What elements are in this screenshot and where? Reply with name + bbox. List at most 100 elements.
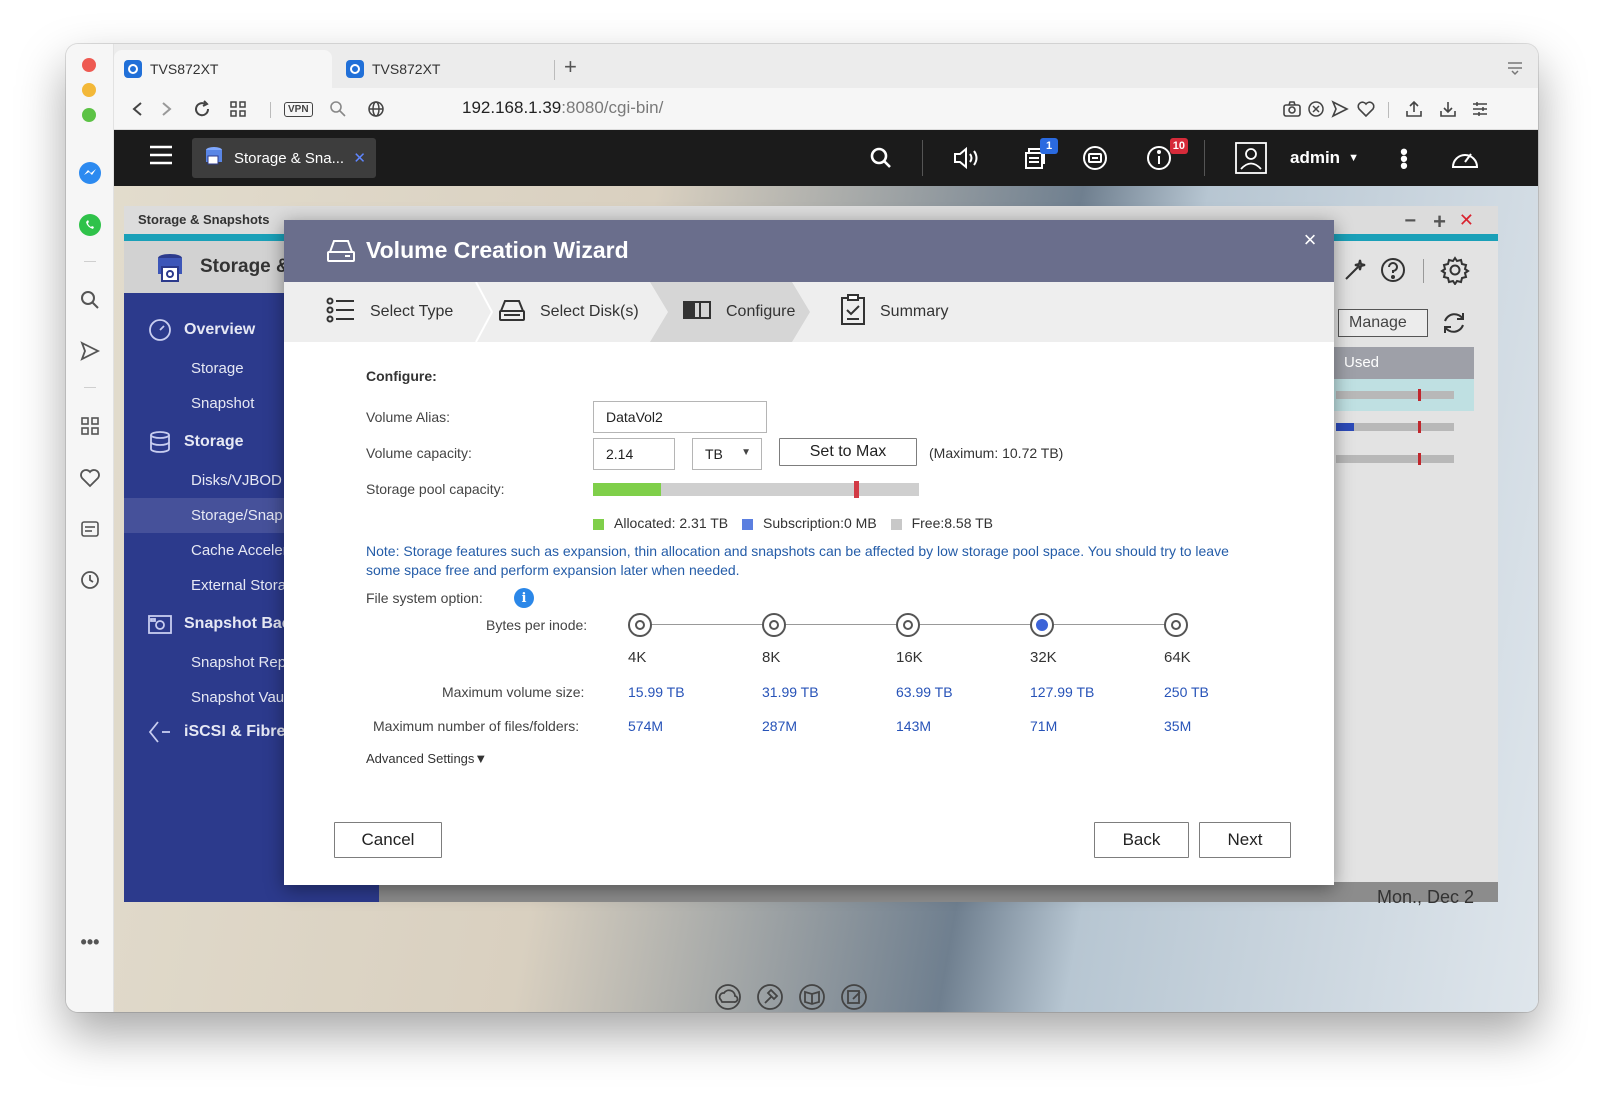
maximize-app-icon[interactable]: + <box>1433 209 1446 235</box>
magic-wand-icon[interactable] <box>1342 257 1368 288</box>
help-icon[interactable] <box>1380 257 1406 288</box>
settings-gear-icon[interactable] <box>1440 255 1470 290</box>
close-window-button[interactable] <box>82 58 96 72</box>
inode-radio-32k[interactable] <box>1030 613 1054 637</box>
wizard-title: Volume Creation Wizard <box>366 237 629 263</box>
sidebar-item-label: Snapshot Rep <box>191 654 287 671</box>
more-options-icon[interactable]: • • • <box>1398 140 1410 176</box>
tab-menu-icon[interactable] <box>1506 58 1524 81</box>
block-icon[interactable] <box>1304 97 1328 121</box>
new-tab-button[interactable]: + <box>564 54 577 80</box>
manage-button[interactable]: Manage <box>1338 309 1428 337</box>
feedback-edit-icon[interactable] <box>838 981 870 1012</box>
allocated-segment <box>593 483 662 496</box>
heart-icon[interactable] <box>76 464 104 492</box>
camera-icon[interactable] <box>1280 97 1304 121</box>
usage-bar <box>1336 389 1454 401</box>
advanced-settings-toggle[interactable]: Advanced Settings▼ <box>366 751 487 766</box>
set-to-max-button[interactable]: Set to Max <box>779 438 917 466</box>
myqnapcloud-icon[interactable] <box>712 981 744 1012</box>
unit-value: TB <box>705 446 723 462</box>
zoom-key-icon[interactable] <box>326 97 350 121</box>
user-avatar-icon[interactable] <box>1234 142 1268 174</box>
vpn-button[interactable]: VPN <box>284 102 313 117</box>
url-field[interactable]: 192.168.1.39:8080/cgi-bin/ <box>462 98 663 118</box>
volume-speaker-icon[interactable] <box>950 142 986 174</box>
browser-window: ••• TVS872XT TVS872XT + VPN 192.168.1.39… <box>66 44 1538 1012</box>
more-dots-icon[interactable]: ••• <box>76 928 104 956</box>
share-send-icon[interactable] <box>1328 97 1352 121</box>
event-info-icon[interactable]: 10 <box>1144 138 1188 174</box>
caret-down-icon: ▼ <box>474 751 488 766</box>
capacity-unit-select[interactable]: TB ▼ <box>692 438 762 470</box>
next-button[interactable]: Next <box>1199 822 1291 858</box>
reload-icon[interactable] <box>190 97 214 121</box>
qnap-favicon-icon <box>124 60 142 78</box>
sidebar-item-label: Storage/Snap <box>191 507 283 524</box>
minimize-app-icon[interactable]: − <box>1404 210 1416 233</box>
list-icon <box>326 297 356 328</box>
user-menu[interactable]: admin ▼ <box>1290 142 1359 174</box>
send-icon[interactable] <box>76 337 104 365</box>
caret-down-icon: ▼ <box>1348 152 1359 164</box>
browser-tab[interactable]: TVS872XT <box>114 50 332 88</box>
inode-radio-16k[interactable] <box>896 613 920 637</box>
hamburger-menu-icon[interactable] <box>148 142 174 173</box>
step-select-disks: Select Disk(s) <box>498 282 639 342</box>
apps-grid-icon[interactable] <box>76 412 104 440</box>
tab-title: TVS872XT <box>372 61 441 77</box>
whatsapp-icon[interactable] <box>76 211 104 239</box>
inode-radio-64k[interactable] <box>1164 613 1188 637</box>
advanced-settings-label: Advanced Settings <box>366 751 475 766</box>
upload-icon[interactable] <box>1402 97 1426 121</box>
inode-size-label: 64K <box>1164 649 1191 666</box>
max-files-value: 574M <box>628 718 664 734</box>
close-app-icon[interactable]: ✕ <box>353 149 366 167</box>
inode-radio-4k[interactable] <box>628 613 652 637</box>
download-icon[interactable] <box>1436 97 1460 121</box>
history-clock-icon[interactable] <box>76 566 104 594</box>
background-tasks-icon[interactable]: 1 <box>1020 138 1058 174</box>
capacity-label: Volume capacity: <box>366 445 472 461</box>
browser-tab[interactable]: TVS872XT <box>336 50 554 88</box>
volume-alias-input[interactable]: DataVol2 <box>593 401 767 433</box>
close-app-window-icon[interactable]: ✕ <box>1459 210 1474 231</box>
sidebar-item-label: External Stora <box>191 577 287 594</box>
pool-capacity-bar <box>593 481 919 498</box>
search-icon[interactable] <box>864 142 898 174</box>
step-label: Configure <box>726 303 796 320</box>
open-app-button[interactable]: Storage & Sna... ✕ <box>192 138 376 178</box>
notes-icon[interactable] <box>76 515 104 543</box>
info-icon[interactable]: i <box>514 588 534 608</box>
sidebar-item-label: iSCSI & Fibre ( <box>184 722 296 740</box>
messenger-icon[interactable] <box>76 159 104 187</box>
dashboard-gauge-icon[interactable] <box>1448 142 1482 174</box>
inode-size-label: 8K <box>762 649 781 666</box>
inode-radio-8k[interactable] <box>762 613 786 637</box>
external-device-icon[interactable] <box>1080 142 1110 174</box>
section-title: Configure: <box>366 368 437 384</box>
step-label: Select Disk(s) <box>540 303 639 320</box>
maximize-window-button[interactable] <box>82 108 96 122</box>
max-volume-size-value: 127.99 TB <box>1030 684 1095 700</box>
speed-dial-icon[interactable] <box>226 97 250 121</box>
forward-arrow-icon[interactable] <box>154 97 178 121</box>
search-icon[interactable] <box>76 286 104 314</box>
back-arrow-icon[interactable] <box>126 97 150 121</box>
url-host: 192.168.1.39 <box>462 98 562 117</box>
globe-icon[interactable] <box>364 97 388 121</box>
cancel-button[interactable]: Cancel <box>334 822 442 858</box>
storage-note: Note: Storage features such as expansion… <box>366 543 1229 578</box>
max-files-value: 143M <box>896 718 932 734</box>
usage-bar <box>1336 421 1454 433</box>
refresh-icon[interactable] <box>1440 309 1468 342</box>
volume-capacity-input[interactable]: 2.14 <box>593 438 675 470</box>
helpdesk-tools-icon[interactable] <box>754 981 786 1012</box>
bookmark-heart-icon[interactable] <box>1354 97 1378 121</box>
capacity-marker <box>853 481 859 498</box>
settings-sliders-icon[interactable] <box>1468 97 1492 121</box>
wizard-close-icon[interactable]: × <box>1298 227 1322 252</box>
minimize-window-button[interactable] <box>82 83 96 97</box>
back-button[interactable]: Back <box>1094 822 1189 858</box>
help-center-book-icon[interactable] <box>796 981 828 1012</box>
